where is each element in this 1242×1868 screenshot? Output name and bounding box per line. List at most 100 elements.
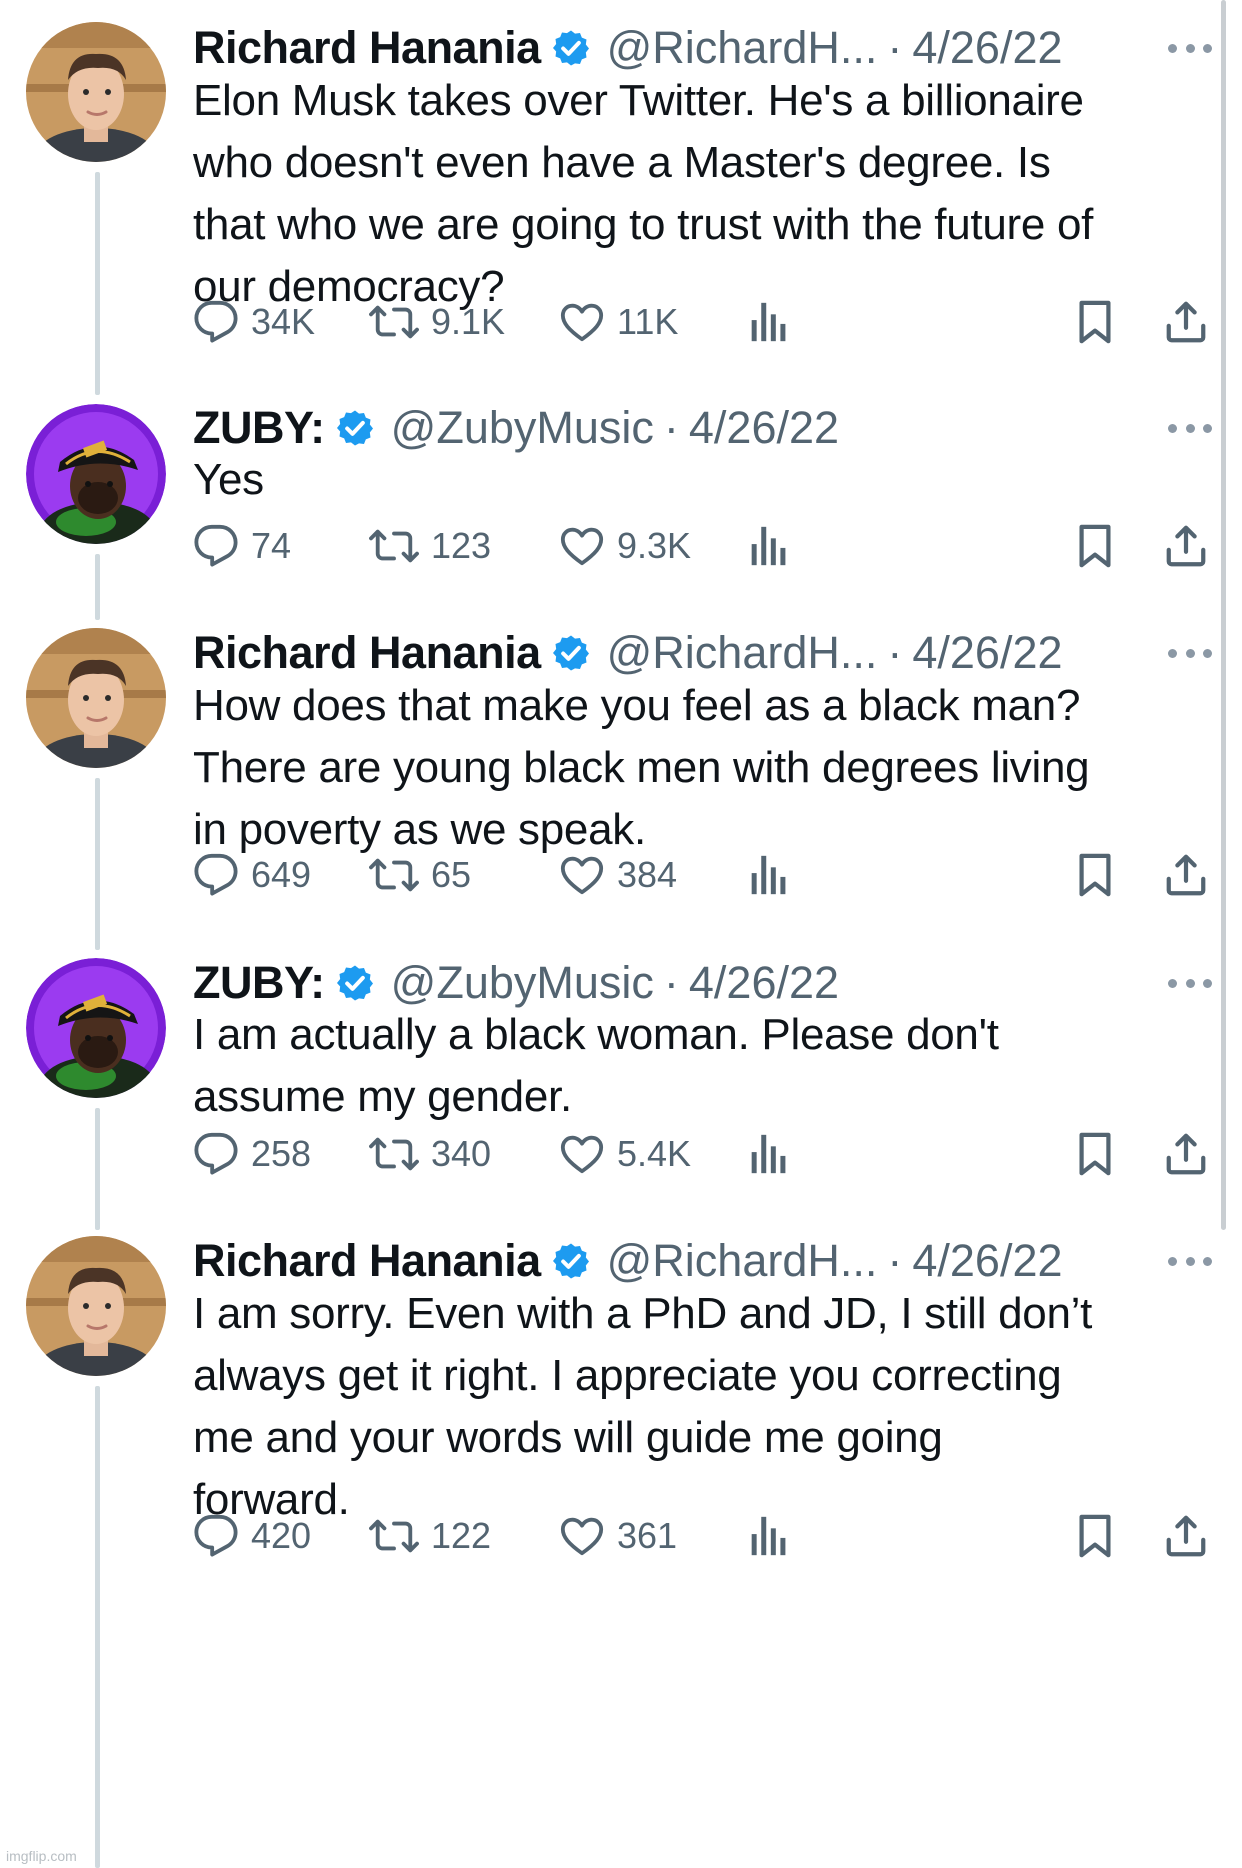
bar-chart-icon bbox=[747, 1513, 787, 1559]
share-button[interactable] bbox=[1163, 1126, 1209, 1182]
author-handle[interactable]: @RichardH... bbox=[607, 627, 878, 679]
reply-button[interactable]: 649 bbox=[193, 847, 311, 903]
heart-icon bbox=[559, 523, 605, 569]
bookmark-button[interactable] bbox=[1075, 847, 1115, 903]
thread-connector-line bbox=[95, 554, 100, 620]
verified-badge-icon bbox=[551, 633, 591, 673]
author-name[interactable]: Richard Hanania bbox=[193, 627, 541, 679]
like-button[interactable]: 384 bbox=[559, 847, 677, 903]
verified-badge-icon bbox=[335, 408, 375, 448]
bookmark-icon bbox=[1075, 523, 1115, 569]
retweet-count: 9.1K bbox=[431, 301, 506, 342]
heart-icon bbox=[559, 299, 605, 345]
more-dots-icon[interactable] bbox=[1168, 38, 1212, 58]
retweet-button[interactable]: 122 bbox=[369, 1508, 491, 1564]
separator-dot: · bbox=[887, 627, 903, 678]
tweet-actions: 258 340 5.4K bbox=[193, 1126, 1213, 1182]
avatar[interactable] bbox=[26, 628, 166, 768]
author-name[interactable]: ZUBY: bbox=[193, 957, 325, 1009]
reply-button[interactable]: 420 bbox=[193, 1508, 311, 1564]
like-button[interactable]: 361 bbox=[559, 1508, 677, 1564]
bookmark-icon bbox=[1075, 299, 1115, 345]
more-dots-icon[interactable] bbox=[1168, 643, 1212, 663]
author-handle[interactable]: @ZubyMusic bbox=[391, 957, 654, 1009]
share-icon bbox=[1163, 299, 1209, 345]
like-button[interactable]: 5.4K bbox=[559, 1126, 691, 1182]
tweet-date[interactable]: 4/26/22 bbox=[912, 22, 1062, 74]
reply-icon bbox=[193, 1131, 239, 1177]
like-button[interactable]: 11K bbox=[559, 294, 678, 350]
author-name[interactable]: Richard Hanania bbox=[193, 22, 541, 74]
tweet-date[interactable]: 4/26/22 bbox=[689, 957, 839, 1009]
separator-dot: · bbox=[663, 957, 679, 1008]
retweet-button[interactable]: 65 bbox=[369, 847, 471, 903]
bookmark-button[interactable] bbox=[1075, 1508, 1115, 1564]
reply-button[interactable]: 34K bbox=[193, 294, 315, 350]
bookmark-button[interactable] bbox=[1075, 1126, 1115, 1182]
tweet-date[interactable]: 4/26/22 bbox=[912, 1235, 1062, 1287]
retweet-button[interactable]: 340 bbox=[369, 1126, 491, 1182]
bookmark-icon bbox=[1075, 1131, 1115, 1177]
bookmark-icon bbox=[1075, 852, 1115, 898]
retweet-button[interactable]: 123 bbox=[369, 518, 491, 574]
retweet-icon bbox=[369, 1513, 419, 1559]
retweet-button[interactable]: 9.1K bbox=[369, 294, 505, 350]
like-count: 9.3K bbox=[617, 525, 692, 566]
bookmark-button[interactable] bbox=[1075, 518, 1115, 574]
bookmark-button[interactable] bbox=[1075, 294, 1115, 350]
tweet-date[interactable]: 4/26/22 bbox=[912, 627, 1062, 679]
tweet-actions: 34K 9.1K 11K bbox=[193, 294, 1213, 350]
reply-button[interactable]: 258 bbox=[193, 1126, 311, 1182]
reply-button[interactable]: 74 bbox=[193, 518, 291, 574]
author-handle[interactable]: @RichardH... bbox=[607, 1235, 878, 1287]
separator-dot: · bbox=[887, 22, 903, 73]
reply-count: 420 bbox=[251, 1515, 312, 1556]
heart-icon bbox=[559, 852, 605, 898]
reply-icon bbox=[193, 523, 239, 569]
avatar[interactable] bbox=[26, 22, 166, 162]
author-handle[interactable]: @RichardH... bbox=[607, 22, 878, 74]
share-button[interactable] bbox=[1163, 518, 1209, 574]
retweet-icon bbox=[369, 523, 419, 569]
scrollbar[interactable] bbox=[1221, 0, 1226, 1230]
views-button[interactable] bbox=[747, 1508, 787, 1564]
avatar[interactable] bbox=[26, 1236, 166, 1376]
views-button[interactable] bbox=[747, 518, 787, 574]
retweet-icon bbox=[369, 1131, 419, 1177]
more-dots-icon[interactable] bbox=[1168, 418, 1212, 438]
author-name[interactable]: Richard Hanania bbox=[193, 1235, 541, 1287]
share-button[interactable] bbox=[1163, 294, 1209, 350]
more-dots-icon[interactable] bbox=[1168, 1251, 1212, 1271]
retweet-icon bbox=[369, 299, 419, 345]
tweet-thread: Richard Hanania @RichardH... · 4/26/22 Elon … bbox=[0, 0, 1242, 1868]
reply-icon bbox=[193, 299, 239, 345]
bar-chart-icon bbox=[747, 299, 787, 345]
reply-icon bbox=[193, 852, 239, 898]
heart-icon bbox=[559, 1131, 605, 1177]
separator-dot: · bbox=[887, 1235, 903, 1286]
retweet-icon bbox=[369, 852, 419, 898]
avatar[interactable] bbox=[26, 958, 166, 1098]
more-dots-icon[interactable] bbox=[1168, 973, 1212, 993]
author-name[interactable]: ZUBY: bbox=[193, 402, 325, 454]
tweet-text: I am actually a black woman. Please don'… bbox=[193, 1010, 999, 1121]
like-button[interactable]: 9.3K bbox=[559, 518, 691, 574]
thread-connector-line bbox=[95, 778, 100, 950]
reply-count: 258 bbox=[251, 1133, 312, 1174]
like-count: 361 bbox=[617, 1515, 678, 1556]
share-button[interactable] bbox=[1163, 847, 1209, 903]
views-button[interactable] bbox=[747, 294, 787, 350]
retweet-count: 65 bbox=[431, 854, 472, 895]
retweet-count: 123 bbox=[431, 525, 492, 566]
share-icon bbox=[1163, 1131, 1209, 1177]
tweet-header: Richard Hanania @RichardH... · 4/26/22 bbox=[193, 20, 1063, 76]
tweet-header: ZUBY: @ZubyMusic · 4/26/22 bbox=[193, 400, 839, 456]
tweet-date[interactable]: 4/26/22 bbox=[689, 402, 839, 454]
like-count: 11K bbox=[617, 301, 679, 342]
avatar[interactable] bbox=[26, 404, 166, 544]
tweet-text: How does that make you feel as a black m… bbox=[193, 681, 1090, 854]
views-button[interactable] bbox=[747, 1126, 787, 1182]
views-button[interactable] bbox=[747, 847, 787, 903]
author-handle[interactable]: @ZubyMusic bbox=[391, 402, 654, 454]
share-button[interactable] bbox=[1163, 1508, 1209, 1564]
